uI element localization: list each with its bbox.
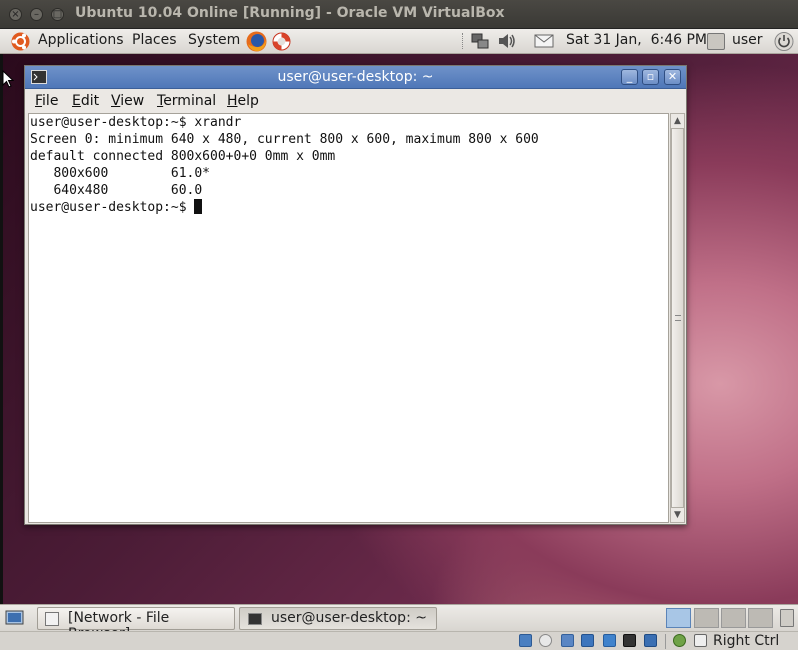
- display-icon[interactable]: [623, 634, 636, 647]
- scroll-up-icon[interactable]: ▲: [671, 114, 684, 128]
- menu-file[interactable]: File: [35, 93, 58, 109]
- terminal-title: user@user-desktop: ~: [277, 69, 434, 85]
- maximize-icon[interactable]: □: [51, 8, 64, 21]
- terminal-line: default connected 800x600+0+0 0mm x 0mm: [30, 149, 336, 164]
- vbox-titlebar: × – □ Ubuntu 10.04 Online [Running] - Or…: [0, 0, 798, 29]
- workspace-2[interactable]: [694, 608, 719, 628]
- network-icon[interactable]: [470, 32, 490, 50]
- mail-icon[interactable]: [534, 33, 554, 49]
- terminal-cursor: [194, 199, 203, 214]
- menu-edit[interactable]: Edit: [72, 93, 99, 109]
- user-icon[interactable]: [707, 33, 725, 50]
- task-terminal[interactable]: user@user-desktop: ~: [239, 607, 437, 630]
- minimize-icon[interactable]: –: [30, 8, 43, 21]
- mouse-integration-icon[interactable]: [673, 634, 686, 647]
- menu-system[interactable]: System: [188, 32, 240, 48]
- grip-icon: [675, 315, 681, 321]
- terminal-line: 800x600 61.0*: [30, 166, 211, 181]
- task-file-browser[interactable]: [Network - File Browser]: [37, 607, 235, 642]
- help-lifebuoy-icon[interactable]: [271, 31, 292, 52]
- show-desktop-icon[interactable]: [5, 609, 24, 627]
- shared-folders-icon[interactable]: [603, 634, 616, 647]
- workspace-4[interactable]: [748, 608, 773, 628]
- video-capture-icon[interactable]: [644, 634, 657, 647]
- bottom-panel: [Network - File Browser] user@user-deskt…: [0, 604, 798, 642]
- terminal-titlebar[interactable]: user@user-desktop: ~ _ ▫ ✕: [25, 66, 686, 89]
- top-panel: Applications Places System Sat 31 Jan, 6…: [0, 29, 798, 54]
- terminal-prompt: user@user-desktop:~$: [30, 200, 195, 215]
- keyboard-capture-icon[interactable]: [694, 634, 707, 647]
- usb-icon[interactable]: [561, 634, 574, 647]
- terminal-scrollbar[interactable]: ▲ ▼: [670, 113, 685, 523]
- status-separator: [665, 634, 666, 649]
- clock[interactable]: Sat 31 Jan, 6:46 PM: [566, 32, 707, 48]
- maximize-icon[interactable]: ▫: [642, 69, 659, 85]
- terminal-menubar: File Edit View Terminal Help: [25, 89, 686, 113]
- workspace-1[interactable]: [666, 608, 691, 628]
- vbox-statusbar: Right Ctrl: [0, 631, 798, 650]
- terminal-output[interactable]: user@user-desktop:~$ xrandr Screen 0: mi…: [28, 113, 669, 523]
- terminal-icon: [248, 613, 262, 625]
- terminal-prompt-line: user@user-desktop:~$: [30, 199, 203, 216]
- user-menu[interactable]: user: [732, 32, 763, 48]
- close-icon[interactable]: ✕: [664, 69, 681, 85]
- task-label: user@user-desktop: ~: [271, 610, 427, 626]
- ubuntu-logo-icon[interactable]: [10, 31, 31, 52]
- menu-view[interactable]: View: [111, 93, 144, 109]
- terminal-line: Screen 0: minimum 640 x 480, current 800…: [30, 132, 539, 147]
- panel-separator: [462, 33, 464, 49]
- close-icon[interactable]: ×: [9, 8, 22, 21]
- optical-drive-icon[interactable]: [539, 634, 552, 647]
- network-adapter-icon[interactable]: [581, 634, 594, 647]
- menu-applications[interactable]: Applications: [38, 32, 124, 48]
- menu-terminal[interactable]: Terminal: [157, 93, 216, 109]
- terminal-line: user@user-desktop:~$ xrandr: [30, 115, 242, 130]
- workspace-3[interactable]: [721, 608, 746, 628]
- trash-icon[interactable]: [780, 609, 794, 627]
- firefox-icon[interactable]: [245, 30, 268, 53]
- host-key-label: Right Ctrl: [713, 633, 780, 649]
- file-browser-icon: [45, 612, 59, 626]
- terminal-line: 640x480 60.0: [30, 183, 203, 198]
- desktop-edge: [0, 54, 3, 604]
- scroll-down-icon[interactable]: ▼: [671, 508, 684, 522]
- harddisk-icon[interactable]: [519, 634, 532, 647]
- vbox-window-title: Ubuntu 10.04 Online [Running] - Oracle V…: [75, 5, 505, 21]
- power-icon[interactable]: [773, 31, 795, 52]
- menu-places[interactable]: Places: [132, 32, 177, 48]
- volume-icon[interactable]: [497, 32, 517, 50]
- terminal-window: user@user-desktop: ~ _ ▫ ✕ File Edit Vie…: [24, 65, 687, 525]
- minimize-icon[interactable]: _: [621, 69, 638, 85]
- mouse-pointer-icon: [2, 70, 14, 88]
- menu-help[interactable]: Help: [227, 93, 259, 109]
- scrollbar-thumb[interactable]: [671, 128, 684, 508]
